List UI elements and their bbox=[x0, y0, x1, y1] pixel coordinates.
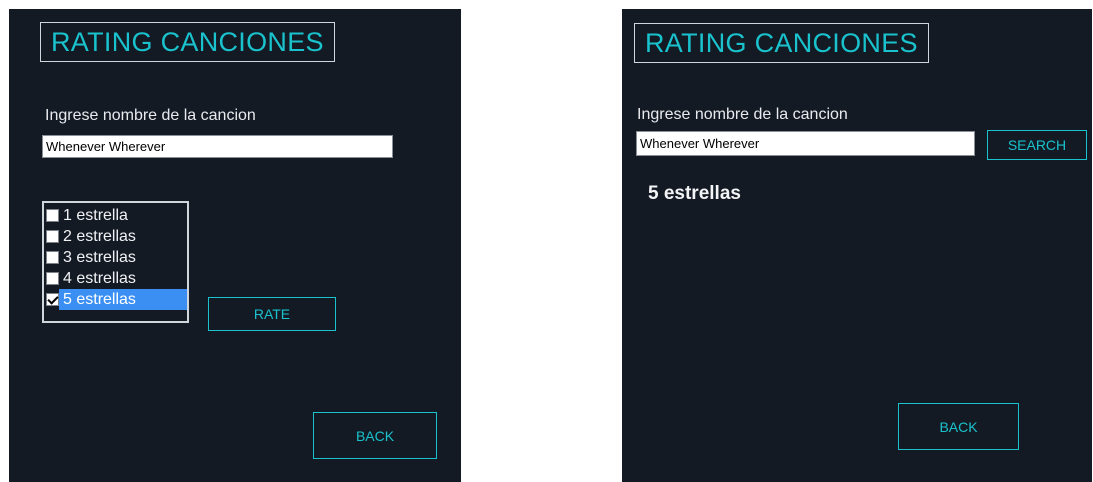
rating-option-5[interactable]: 5 estrellas bbox=[44, 289, 187, 310]
page-title: RATING CANCIONES bbox=[40, 22, 335, 62]
rating-window: RATING CANCIONES Ingrese nombre de la ca… bbox=[9, 9, 461, 482]
checkbox[interactable] bbox=[46, 272, 59, 285]
rating-result: 5 estrellas bbox=[648, 183, 741, 204]
page-title: RATING CANCIONES bbox=[634, 23, 929, 63]
checkbox[interactable] bbox=[46, 293, 59, 306]
rating-option-3[interactable]: 3 estrellas bbox=[44, 247, 187, 268]
search-window: RATING CANCIONES Ingrese nombre de la ca… bbox=[622, 9, 1092, 482]
rating-option-2[interactable]: 2 estrellas bbox=[44, 226, 187, 247]
song-name-label: Ingrese nombre de la cancion bbox=[637, 106, 848, 123]
song-name-label: Ingrese nombre de la cancion bbox=[45, 107, 256, 124]
back-button[interactable]: BACK bbox=[898, 403, 1019, 450]
rating-option-1[interactable]: 1 estrella bbox=[44, 205, 187, 226]
back-button[interactable]: BACK bbox=[313, 412, 437, 459]
rating-option-label: 3 estrellas bbox=[63, 249, 136, 266]
rating-option-label: 2 estrellas bbox=[63, 228, 136, 245]
rating-option-4[interactable]: 4 estrellas bbox=[44, 268, 187, 289]
rating-option-label: 1 estrella bbox=[63, 207, 128, 224]
rating-option-label: 5 estrellas bbox=[59, 289, 187, 310]
song-name-input[interactable]: Whenever Wherever bbox=[636, 131, 975, 156]
checkbox[interactable] bbox=[46, 209, 59, 222]
checkbox[interactable] bbox=[46, 230, 59, 243]
song-name-input[interactable]: Whenever Wherever bbox=[42, 135, 393, 158]
rating-option-label: 4 estrellas bbox=[63, 270, 136, 287]
checkbox[interactable] bbox=[46, 251, 59, 264]
rate-button[interactable]: RATE bbox=[208, 297, 336, 331]
search-button[interactable]: SEARCH bbox=[987, 130, 1087, 160]
rating-checklist[interactable]: 1 estrella 2 estrellas 3 estrellas 4 est… bbox=[42, 201, 189, 323]
